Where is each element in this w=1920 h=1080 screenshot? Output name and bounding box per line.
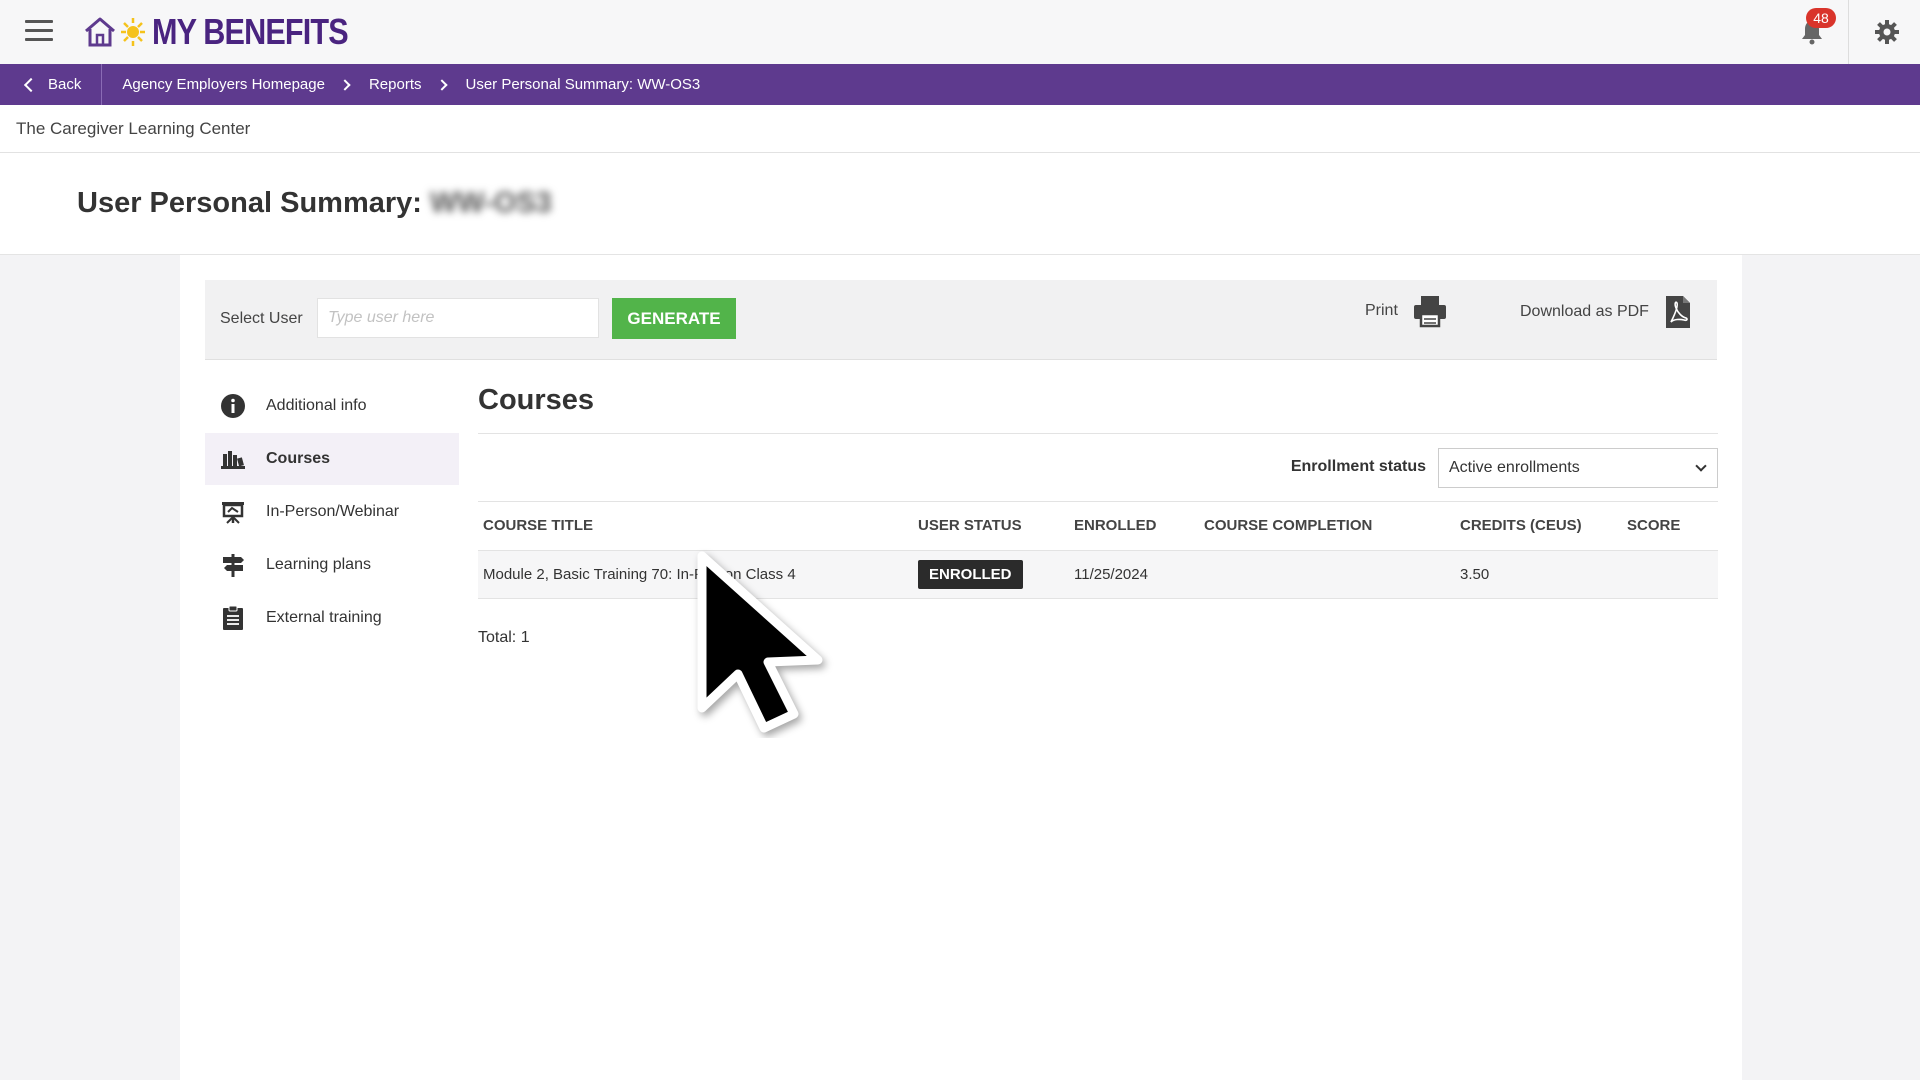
sidebar-item-label: Courses — [266, 450, 331, 467]
column-header-enrolled[interactable]: ENROLLED — [1069, 502, 1199, 551]
sidebar-item-external-training[interactable]: External training — [205, 592, 459, 644]
breadcrumb-reports[interactable]: Reports — [369, 76, 422, 93]
clipboard-icon — [220, 605, 246, 631]
chevron-down-icon — [1695, 460, 1707, 472]
column-header-course-title[interactable]: COURSE TITLE — [478, 502, 913, 551]
back-label: Back — [48, 76, 82, 93]
total-count: Total: 1 — [478, 628, 530, 646]
table-header-row: COURSE TITLE USER STATUS ENROLLED COURSE… — [478, 502, 1718, 551]
notification-count-badge: 48 — [1806, 8, 1836, 28]
user-search-input[interactable] — [317, 298, 599, 338]
gear-icon[interactable] — [1873, 18, 1901, 46]
enrollment-status-label: Enrollment status — [1290, 458, 1426, 475]
app-logo[interactable]: MY BENEFITS — [82, 10, 382, 54]
page-title: User Personal Summary: WW-OS3 — [77, 187, 552, 220]
enrolled-date-cell: 11/25/2024 — [1069, 550, 1199, 599]
courses-icon — [220, 446, 246, 472]
status-badge: ENROLLED — [918, 559, 1023, 589]
page-title-user-id: WW-OS3 — [429, 187, 552, 219]
top-header: MY BENEFITS 48 — [0, 0, 1920, 64]
info-icon — [220, 393, 246, 419]
print-button[interactable]: Print — [1365, 294, 1448, 328]
column-header-credits[interactable]: CREDITS (CEUS) — [1455, 502, 1622, 551]
sidebar-item-additional-info[interactable]: Additional info — [205, 380, 459, 432]
sidebar-item-label: Learning plans — [266, 556, 371, 573]
chevron-right-icon — [435, 78, 448, 91]
table-row[interactable]: Module 2, Basic Training 70: In-Person C… — [478, 550, 1718, 599]
menu-icon[interactable] — [25, 20, 53, 44]
courses-section: Courses Enrollment status Active enrollm… — [478, 380, 1718, 647]
sun-icon — [121, 18, 145, 46]
sidebar-item-courses[interactable]: Courses — [205, 433, 459, 485]
enrollment-status-select[interactable]: Active enrollments — [1438, 448, 1718, 488]
breadcrumb-agency-home[interactable]: Agency Employers Homepage — [122, 76, 325, 93]
mouse-cursor-icon — [697, 551, 823, 733]
credits-cell: 3.50 — [1455, 550, 1622, 599]
courses-table: COURSE TITLE USER STATUS ENROLLED COURSE… — [478, 502, 1718, 599]
breadcrumb-bar: Back Agency Employers Homepage Reports U… — [0, 64, 1920, 105]
print-label: Print — [1365, 302, 1398, 319]
home-icon — [85, 17, 115, 47]
main-panel: Select User GENERATE Print Download as P… — [180, 255, 1742, 1080]
chevron-left-icon — [23, 77, 39, 92]
column-header-user-status[interactable]: USER STATUS — [913, 502, 1069, 551]
page-title-text: User Personal Summary: — [77, 187, 422, 219]
learning-center-name: The Caregiver Learning Center — [0, 105, 1920, 153]
divider — [1848, 0, 1849, 64]
sidebar-item-label: Additional info — [266, 397, 367, 414]
download-pdf-label: Download as PDF — [1520, 303, 1649, 320]
chevron-right-icon — [339, 78, 351, 91]
printer-icon — [1413, 296, 1446, 328]
course-completion-cell — [1199, 550, 1455, 599]
sidebar-item-label: External training — [266, 609, 382, 626]
column-header-course-completion[interactable]: COURSE COMPLETION — [1199, 502, 1455, 551]
generate-button[interactable]: GENERATE — [612, 298, 736, 339]
column-header-score[interactable]: SCORE — [1622, 502, 1718, 551]
sidebar-item-learning-plans[interactable]: Learning plans — [205, 539, 459, 591]
user-status-cell: ENROLLED — [913, 550, 1069, 599]
report-sidebar: Additional info Courses In-Person/Webina… — [205, 380, 459, 645]
filter-row: Enrollment status Active enrollments — [478, 434, 1718, 502]
title-region: User Personal Summary: WW-OS3 — [0, 153, 1920, 255]
section-heading: Courses — [478, 380, 1718, 434]
download-pdf-button[interactable]: Download as PDF — [1520, 294, 1693, 330]
pdf-icon — [1665, 296, 1690, 328]
score-cell — [1622, 550, 1718, 599]
back-button[interactable]: Back — [0, 64, 103, 105]
enrollment-status-value: Active enrollments — [1449, 459, 1580, 476]
breadcrumb-current: User Personal Summary: WW-OS3 — [465, 76, 701, 93]
signpost-icon — [220, 552, 246, 578]
app-name: MY BENEFITS — [152, 11, 349, 52]
select-user-toolbar: Select User GENERATE Print Download as P… — [205, 280, 1717, 360]
select-user-label: Select User — [220, 310, 303, 327]
presentation-icon — [220, 499, 246, 525]
sidebar-item-in-person-webinar[interactable]: In-Person/Webinar — [205, 486, 459, 538]
sidebar-item-label: In-Person/Webinar — [266, 503, 400, 520]
breadcrumb: Agency Employers Homepage Reports User P… — [122, 76, 700, 93]
